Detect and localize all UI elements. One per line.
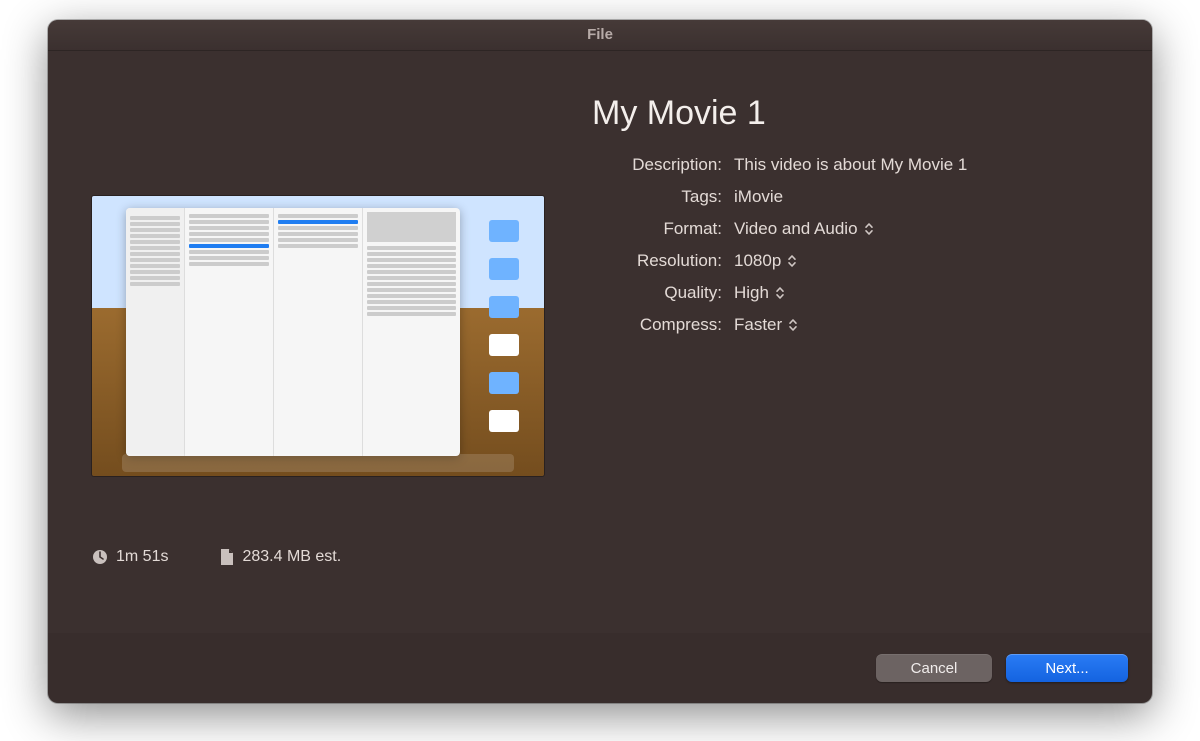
dialog-body: 1m 51s 283.4 MB est. My Movie 1 Descript… <box>48 50 1152 633</box>
label-resolution: Resolution: <box>592 251 722 271</box>
movie-title: My Movie 1 <box>592 94 1108 133</box>
export-dialog: File <box>48 20 1152 703</box>
compress-dropdown[interactable]: Faster <box>734 315 1108 335</box>
file-icon <box>220 549 234 565</box>
left-column: 1m 51s 283.4 MB est. <box>92 94 544 633</box>
label-tags: Tags: <box>592 187 722 207</box>
window-title: File <box>587 26 613 43</box>
format-value: Video and Audio <box>734 219 858 239</box>
chevron-up-down-icon <box>788 318 798 332</box>
quality-value: High <box>734 283 769 303</box>
tags-field[interactable]: iMovie <box>734 187 1108 207</box>
filesize-stat: 283.4 MB est. <box>220 548 341 566</box>
label-quality: Quality: <box>592 283 722 303</box>
cancel-button[interactable]: Cancel <box>876 654 992 682</box>
chevron-up-down-icon <box>787 254 797 268</box>
clock-icon <box>92 549 108 565</box>
label-compress: Compress: <box>592 315 722 335</box>
resolution-dropdown[interactable]: 1080p <box>734 251 1108 271</box>
row-compress: Compress: Faster <box>592 315 1108 335</box>
resolution-value: 1080p <box>734 251 781 271</box>
compress-value: Faster <box>734 315 782 335</box>
format-dropdown[interactable]: Video and Audio <box>734 219 1108 239</box>
chevron-up-down-icon <box>775 286 785 300</box>
quality-dropdown[interactable]: High <box>734 283 1108 303</box>
chevron-up-down-icon <box>864 222 874 236</box>
label-description: Description: <box>592 155 722 175</box>
next-button[interactable]: Next... <box>1006 654 1128 682</box>
label-format: Format: <box>592 219 722 239</box>
description-field[interactable]: This video is about My Movie 1 <box>734 155 1108 175</box>
row-description: Description: This video is about My Movi… <box>592 155 1108 175</box>
duration-stat: 1m 51s <box>92 548 168 566</box>
row-tags: Tags: iMovie <box>592 187 1108 207</box>
row-quality: Quality: High <box>592 283 1108 303</box>
row-resolution: Resolution: 1080p <box>592 251 1108 271</box>
right-column: My Movie 1 Description: This video is ab… <box>592 94 1108 633</box>
filesize-value: 283.4 MB est. <box>242 548 341 566</box>
stats-row: 1m 51s 283.4 MB est. <box>92 548 544 566</box>
movie-thumbnail <box>92 196 544 476</box>
titlebar: File <box>48 20 1152 51</box>
duration-value: 1m 51s <box>116 548 168 566</box>
row-format: Format: Video and Audio <box>592 219 1108 239</box>
dialog-footer: Cancel Next... <box>48 633 1152 703</box>
